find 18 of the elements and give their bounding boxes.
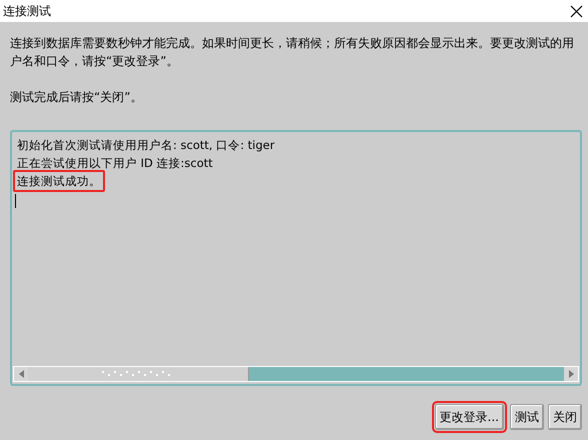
log-line: 初始化首次测试请使用用户名: scott, 口令: tiger xyxy=(16,137,276,154)
scroll-right-button[interactable] xyxy=(564,367,578,381)
close-button[interactable] xyxy=(568,3,584,19)
log-area[interactable]: 初始化首次测试请使用用户名: scott, 口令: tiger 正在尝试使用以下用户 ID 连接:scott 连接测试成功。 xyxy=(10,130,582,386)
text-caret xyxy=(15,194,16,208)
dialog-button[interactable]: 更改登录... xyxy=(434,404,504,430)
log-line: 正在尝试使用以下用户 ID 连接:scott xyxy=(16,155,214,172)
horizontal-scrollbar[interactable] xyxy=(13,366,579,382)
right-arrow-icon xyxy=(568,370,574,378)
hint-text: 测试完成后请按“关闭”。 xyxy=(10,89,144,106)
scroll-left-button[interactable] xyxy=(14,367,28,381)
scroll-thumb[interactable] xyxy=(28,367,249,381)
dialog-button[interactable]: 关闭 xyxy=(548,404,582,430)
window-title: 连接测试 xyxy=(3,2,51,20)
instruction-text: 连接到数据库需要数秒钟才能完成。如果时间更长，请稍候；所有失败原因都会显示出来。要更改测试的用户名和口令，请按“更改登录”。 xyxy=(10,35,575,70)
close-icon xyxy=(570,4,582,18)
left-arrow-icon xyxy=(18,370,24,378)
dialog-button[interactable]: 测试 xyxy=(510,404,544,430)
